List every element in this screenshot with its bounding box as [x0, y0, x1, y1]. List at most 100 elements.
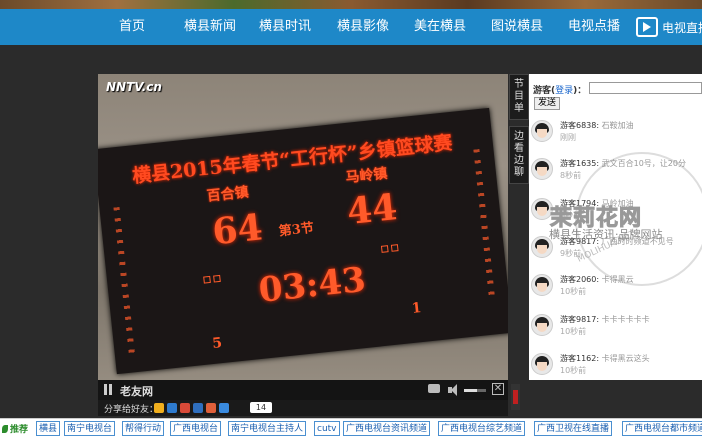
- scoreboard-indicator-left: [113, 207, 136, 357]
- message-text: 卡得黑云这头: [599, 354, 650, 363]
- home-score: 64: [210, 206, 265, 254]
- danmaku-icon[interactable]: [428, 384, 440, 393]
- message-user: 游客1794:: [560, 199, 600, 208]
- nav-item-picture-county[interactable]: 图说横县: [491, 9, 543, 45]
- nav-item-vod[interactable]: 电视点播: [568, 9, 620, 45]
- qzone-icon[interactable]: [154, 403, 164, 413]
- video-camera-icon: [636, 17, 658, 37]
- link-guangxi-satellite-live[interactable]: 广西卫视在线直播: [534, 421, 613, 436]
- avatar: [531, 198, 553, 220]
- away-score: 44: [345, 186, 400, 234]
- share-bar: 分享给好友： 14: [98, 400, 508, 416]
- message-line: 游客9817: 卡卡卡卡卡卡: [560, 314, 650, 325]
- chat-message: 游客9817: 卡卡卡卡卡卡 10秒前: [531, 314, 699, 342]
- tab-live-chat[interactable]: 边看边聊: [509, 126, 529, 184]
- chat-message: 游客1794: 马岭加油 8秒前: [531, 198, 699, 226]
- nav-item-county-news[interactable]: 横县新闻: [184, 9, 236, 45]
- message-time: 刚刚: [560, 133, 576, 142]
- message-time: 9秒前: [560, 249, 582, 258]
- message-line: 游客2060: 卡得黑云: [560, 274, 634, 285]
- scoreboard: 横县2015年春节“工行杯”乡镇篮球赛 百合镇 马岭镇 64 第3节 44 03…: [98, 107, 508, 375]
- link-nanning-tv-host[interactable]: 南宁电视台主持人: [228, 421, 307, 436]
- tab-program-list-label: 节目单: [514, 79, 524, 114]
- nav-item-county-bulletin[interactable]: 横县时讯: [259, 9, 311, 45]
- chat-message: 游客9817: 广西时时频道不见号 9秒前: [531, 236, 699, 264]
- nav-tv-live-label: 电视直播: [662, 20, 702, 35]
- possession-indicator: [380, 245, 389, 253]
- scroll-thumb[interactable]: [513, 390, 518, 404]
- nav-item-home[interactable]: 首页: [119, 9, 145, 45]
- chat-message: 游客1162: 卡得黑云这头 10秒前: [531, 353, 699, 380]
- volume-icon[interactable]: [448, 384, 460, 396]
- leaf-icon: [2, 425, 8, 433]
- volume-slider[interactable]: [464, 389, 486, 392]
- message-time: 10秒前: [560, 327, 587, 336]
- chat-guest-suffix: )：: [573, 86, 587, 96]
- message-time: 8秒前: [560, 211, 582, 220]
- recommend-bar: 推荐 横县 南宁电视台 帮得行动 广西电视台 南宁电视台主持人 cutv 广西电…: [0, 418, 702, 438]
- message-text: 武文百合10号，让20分: [599, 159, 686, 168]
- tab-program-list[interactable]: 节目单: [509, 74, 529, 120]
- link-bangdexingdong[interactable]: 帮得行动: [122, 421, 165, 436]
- player-controls: 老友网 ✕: [98, 380, 508, 400]
- channel-watermark: NNTV.cn: [106, 80, 162, 94]
- recommend-text: 推荐: [10, 425, 29, 435]
- period: 第3节: [278, 220, 315, 240]
- message-line: 游客1162: 卡得黑云这头: [560, 353, 650, 364]
- side-scrollbar[interactable]: [511, 384, 520, 410]
- sina-icon[interactable]: [167, 403, 177, 413]
- message-line: 游客1794: 马岭加油: [560, 198, 634, 209]
- chat-panel: 游客(登录)： 发送 游客6838: 石鞍加油 刚刚 游客1635: 武文百合1…: [529, 74, 702, 380]
- login-link[interactable]: 登录: [555, 86, 573, 96]
- link-guangxi-tv-urban[interactable]: 广西电视台都市频道: [622, 421, 702, 436]
- message-line: 游客1635: 武文百合10号，让20分: [560, 158, 686, 169]
- renren-icon[interactable]: [193, 403, 203, 413]
- avatar: [531, 274, 553, 296]
- recommend-label: 推荐: [2, 422, 28, 435]
- link-cutv[interactable]: cutv: [314, 421, 340, 436]
- message-line: 游客9817: 广西时时频道不见号: [560, 236, 674, 247]
- message-text: 卡得黑云: [599, 275, 634, 284]
- avatar: [531, 236, 553, 258]
- more-icon[interactable]: [219, 403, 229, 413]
- possession-indicator: [390, 244, 399, 252]
- message-time: 10秒前: [560, 287, 587, 296]
- avatar: [531, 353, 553, 375]
- message-user: 游客1162:: [560, 354, 600, 363]
- nav-item-county-video[interactable]: 横县影像: [337, 9, 389, 45]
- send-button[interactable]: 发送: [534, 97, 560, 110]
- message-user: 游客9817:: [560, 315, 600, 324]
- tab-live-chat-label: 边看边聊: [514, 131, 524, 178]
- tencent-icon[interactable]: [180, 403, 190, 413]
- side-tabs: 节目单 边看边聊: [509, 74, 529, 190]
- possession-indicator: [213, 274, 221, 283]
- link-nanning-tv[interactable]: 南宁电视台: [64, 421, 116, 436]
- player-title: 老友网: [120, 385, 153, 398]
- share-count: 14: [250, 402, 272, 413]
- share-label: 分享给好友：: [104, 405, 159, 415]
- message-user: 游客9817:: [560, 237, 600, 246]
- game-clock: 03:43: [256, 259, 368, 311]
- kaixin-icon[interactable]: [206, 403, 216, 413]
- video-player: NNTV.cn 横县2015年春节“工行杯”乡镇篮球赛 百合镇 马岭镇 64 第…: [98, 74, 508, 416]
- home-team: 百合镇: [206, 184, 250, 205]
- pause-icon[interactable]: [103, 384, 113, 395]
- volume-slider-fill: [464, 389, 478, 392]
- message-user: 游客2060:: [560, 275, 600, 284]
- header-banner: [0, 0, 702, 9]
- video-screen[interactable]: NNTV.cn 横县2015年春节“工行杯”乡镇篮球赛 百合镇 马岭镇 64 第…: [98, 74, 508, 380]
- chat-message: 游客6838: 石鞍加油 刚刚: [531, 120, 699, 148]
- nav-item-tv-live[interactable]: 电视直播: [636, 15, 702, 39]
- message-time: 8秒前: [560, 171, 582, 180]
- nav-item-beautiful-county[interactable]: 美在横县: [414, 9, 466, 45]
- link-guangxi-tv-news[interactable]: 广西电视台资讯频道: [343, 421, 431, 436]
- chat-input[interactable]: [589, 82, 702, 94]
- link-guangxi-tv-variety[interactable]: 广西电视台综艺频道: [438, 421, 526, 436]
- link-hengxian[interactable]: 横县: [36, 421, 61, 436]
- link-guangxi-tv[interactable]: 广西电视台: [170, 421, 222, 436]
- avatar: [531, 120, 553, 142]
- chat-header: 游客(登录)：: [533, 83, 586, 96]
- avatar: [531, 314, 553, 336]
- fullscreen-icon[interactable]: ✕: [492, 383, 504, 395]
- scoreboard-indicator-right: [473, 149, 496, 299]
